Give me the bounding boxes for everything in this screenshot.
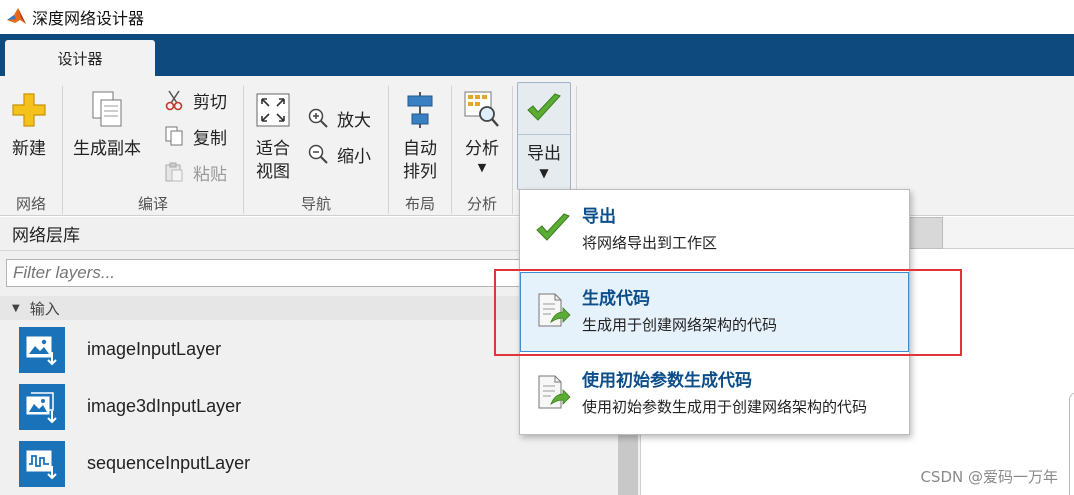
list-item[interactable]: sequenceInputLayer bbox=[0, 435, 616, 492]
highlight-annotation-box bbox=[494, 269, 962, 356]
cut-button[interactable]: 剪切 bbox=[162, 86, 227, 114]
analyze-caret-icon: ▼ bbox=[477, 161, 487, 174]
paste-label: 粘贴 bbox=[193, 164, 227, 185]
group-edit: 生成副本 剪切 复制 粘贴 编译 bbox=[63, 76, 243, 216]
paste-icon bbox=[162, 160, 186, 184]
title-bar: 深度网络设计器 bbox=[0, 0, 1074, 34]
layer-name: imageInputLayer bbox=[87, 339, 222, 359]
group-label-layout: 布局 bbox=[404, 195, 435, 213]
fit-view-icon bbox=[253, 88, 293, 132]
auto-arrange-label-line1: 自动 bbox=[403, 139, 437, 159]
layer-name: sequenceInputLayer bbox=[87, 453, 251, 473]
zoom-in-icon bbox=[306, 106, 330, 130]
copy-button[interactable]: 复制 bbox=[162, 122, 227, 150]
auto-arrange-button[interactable]: 自动 排列 bbox=[400, 88, 440, 184]
group-analysis: 分析 ▼ 分析 bbox=[452, 76, 512, 216]
new-label: 新建 bbox=[12, 139, 46, 159]
analyze-label: 分析 bbox=[465, 139, 499, 159]
auto-arrange-icon bbox=[400, 88, 440, 132]
toolstrip-tab-bar: 设计器 bbox=[0, 34, 1074, 76]
section-label: 输入 bbox=[29, 299, 60, 318]
group-label-analysis: 分析 bbox=[466, 195, 497, 213]
watermark: CSDN @爱码一万年 bbox=[920, 468, 1058, 486]
group-layout: 自动 排列 布局 bbox=[389, 76, 451, 216]
fit-view-label-line1: 适合 bbox=[256, 139, 290, 159]
scissors-icon bbox=[162, 88, 186, 112]
menu-item-export[interactable]: 导出 将网络导出到工作区 bbox=[520, 190, 909, 270]
fit-view-label-line2: 视图 bbox=[256, 162, 290, 182]
zoom-in-label: 放大 bbox=[337, 110, 371, 131]
duplicate-button[interactable]: 生成副本 bbox=[73, 88, 141, 161]
export-dropdown-icon[interactable]: ▼ bbox=[518, 166, 570, 180]
group-navigate: 适合 视图 放大 缩小 导航 bbox=[244, 76, 388, 216]
generate-code-icon bbox=[530, 370, 576, 416]
copy-label: 复制 bbox=[193, 128, 227, 149]
menu-item-description: 将网络导出到工作区 bbox=[582, 234, 718, 252]
duplicate-icon bbox=[87, 88, 127, 132]
window-title: 深度网络设计器 bbox=[32, 9, 145, 28]
menu-item-description: 使用初始参数生成用于创建网络架构的代码 bbox=[582, 398, 868, 416]
matlab-logo-icon bbox=[7, 8, 26, 24]
export-button[interactable]: 导出 ▼ bbox=[517, 82, 571, 190]
group-label-navigate: 导航 bbox=[300, 195, 331, 213]
paste-button[interactable]: 粘贴 bbox=[162, 158, 227, 186]
fit-view-button[interactable]: 适合 视图 bbox=[253, 88, 293, 184]
analyze-button[interactable]: 分析 ▼ bbox=[462, 88, 502, 175]
copy-icon bbox=[162, 124, 186, 148]
duplicate-label: 生成副本 bbox=[73, 139, 141, 159]
menu-item-generate-code-with-params[interactable]: 使用初始参数生成代码 使用初始参数生成用于创建网络架构的代码 bbox=[520, 354, 909, 434]
checkmark-icon bbox=[530, 206, 576, 252]
group-divider bbox=[512, 86, 513, 214]
tab-designer[interactable]: 设计器 bbox=[5, 40, 155, 76]
new-button[interactable]: 新建 bbox=[9, 88, 49, 161]
zoom-in-button[interactable]: 放大 bbox=[306, 104, 371, 132]
zoom-out-button[interactable]: 缩小 bbox=[306, 140, 371, 168]
plus-icon bbox=[9, 88, 49, 132]
zoom-out-label: 缩小 bbox=[337, 146, 371, 167]
group-label-edit: 编译 bbox=[137, 195, 168, 213]
analyze-icon bbox=[462, 88, 502, 132]
menu-item-title: 导出 bbox=[582, 207, 616, 227]
auto-arrange-label-line2: 排列 bbox=[403, 162, 437, 182]
export-label: 导出 bbox=[527, 144, 561, 164]
cut-label: 剪切 bbox=[193, 92, 227, 113]
group-label-network: 网络 bbox=[15, 195, 46, 213]
sequence-input-icon bbox=[19, 440, 65, 487]
group-network: 新建 网络 bbox=[0, 76, 62, 216]
image3d-input-icon bbox=[19, 383, 65, 430]
image-input-icon bbox=[19, 326, 65, 373]
layer-name: image3dInputLayer bbox=[87, 396, 242, 416]
zoom-out-icon bbox=[306, 142, 330, 166]
canvas-frame bbox=[1069, 392, 1074, 495]
collapse-arrow-icon: ▼ bbox=[12, 302, 20, 314]
checkmark-icon bbox=[518, 83, 570, 135]
canvas-tab[interactable] bbox=[909, 217, 943, 249]
menu-item-title: 使用初始参数生成代码 bbox=[582, 371, 752, 391]
